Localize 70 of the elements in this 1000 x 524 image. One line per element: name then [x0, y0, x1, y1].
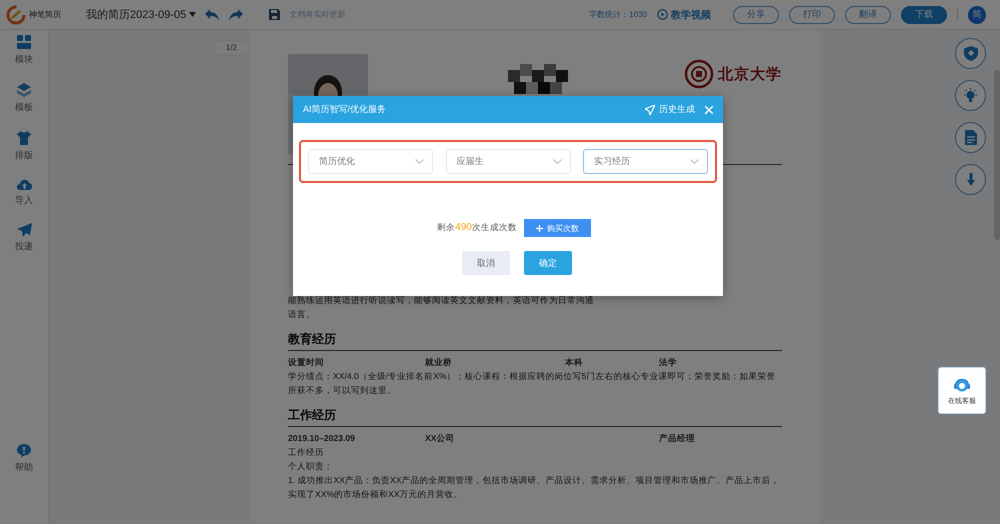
logo-text: 神笔简历	[29, 9, 61, 20]
sidebar-item[interactable]: 模板	[15, 82, 33, 114]
entry-field: XX公司	[425, 431, 565, 445]
document-icon	[964, 130, 976, 145]
sidebar-item[interactable]: 模块	[15, 34, 33, 66]
help-icon	[16, 443, 32, 458]
shield-button[interactable]	[955, 38, 986, 69]
resume-text: 学分绩点：XX/4.0（全级/专业排名前X%）；核心课程：根据应聘的岗位写5门左右的核心专业课即可；荣誉奖励：如果荣誉所获不多，可以写到这里。	[288, 370, 776, 397]
remaining-count: 剩余490次生成次数	[437, 222, 517, 234]
send-icon	[16, 223, 32, 237]
send-icon	[645, 104, 655, 114]
section-title: 教育经历	[288, 331, 782, 351]
plus-icon	[536, 224, 543, 232]
sidebar-item[interactable]: 投递	[15, 223, 33, 253]
entry-field: 2019.10–2023.09	[288, 431, 425, 445]
confirm-button[interactable]: 确定	[524, 251, 572, 275]
chevron-down-icon	[415, 159, 424, 164]
undo-icon[interactable]	[204, 8, 220, 22]
document-button[interactable]	[955, 122, 986, 153]
toolbar-button[interactable]: 分享	[733, 6, 779, 24]
word-count: 字数统计：1030	[589, 9, 647, 20]
play-icon	[657, 9, 668, 20]
select-field[interactable]: 实习经历	[583, 149, 708, 174]
resume-text: 1. 成功推出XX产品：负责XX产品的全周期管理，包括市场调研、产品设计、需求分析、项目管理和市场推广。产品上市后，实现了XX%的市场份额和XX万元的月营收。	[288, 474, 780, 501]
emblem-icon	[684, 59, 714, 89]
save-icon[interactable]	[268, 8, 282, 21]
shirt-icon	[16, 130, 32, 146]
page-indicator: 1/2	[212, 40, 250, 56]
cancel-button[interactable]: 取消	[462, 251, 510, 275]
sidebar-item[interactable]: 排版	[15, 130, 33, 162]
close-button[interactable]	[705, 106, 713, 114]
toolbar-button[interactable]: 打印	[789, 6, 835, 24]
chevron-down-icon	[552, 159, 562, 164]
resume-text: 工作经历	[288, 446, 325, 459]
lightbulb-button[interactable]	[955, 80, 986, 111]
entry-field: 就业桥	[425, 355, 565, 369]
help-button[interactable]: 帮助	[15, 443, 33, 474]
logo-icon	[6, 4, 26, 24]
sidebar-item[interactable]: 导入	[15, 178, 33, 207]
resume-text: 个人职责：	[288, 460, 334, 473]
download-icon	[966, 172, 974, 186]
select-field[interactable]: 应届生	[446, 149, 570, 174]
resume-text: 语言。	[288, 308, 316, 321]
dialog-title: AI简历智写/优化服务	[303, 103, 386, 116]
section-title: 工作经历	[288, 407, 782, 427]
layers-icon	[16, 82, 32, 98]
shield-icon	[964, 46, 978, 61]
cloud-upload-icon	[16, 178, 32, 191]
entry-field: 本科	[565, 355, 659, 369]
toolbar-button[interactable]: 下载	[901, 6, 947, 24]
buy-button[interactable]: 购买次数	[524, 219, 591, 237]
tutorial-link[interactable]: 教学视频	[657, 8, 711, 22]
caret-icon	[189, 12, 196, 17]
entry-field: 法学	[659, 355, 782, 369]
university-name: 北京大学	[718, 64, 782, 84]
close-icon	[705, 106, 713, 114]
entry-field: 设置时间	[288, 355, 425, 369]
select-field[interactable]: 简历优化	[308, 149, 433, 174]
user-avatar[interactable]: 简	[968, 6, 986, 24]
save-status: 文档将实时更新	[289, 9, 346, 20]
grid-icon	[16, 34, 32, 50]
entry-field: 产品经理	[659, 431, 782, 445]
redo-icon[interactable]	[228, 8, 244, 22]
lightbulb-icon	[963, 88, 978, 103]
chevron-down-icon	[690, 159, 699, 164]
resume-text: 能熟练运用英语进行听说读写，能够阅读英文文献资料，英语可作为日常沟通	[288, 294, 595, 307]
document-title[interactable]: 我的简历2023-09-05	[86, 7, 196, 22]
toolbar-button[interactable]: 翻译	[845, 6, 891, 24]
download-button[interactable]	[955, 164, 986, 195]
history-link[interactable]: 历史生成	[645, 103, 695, 116]
